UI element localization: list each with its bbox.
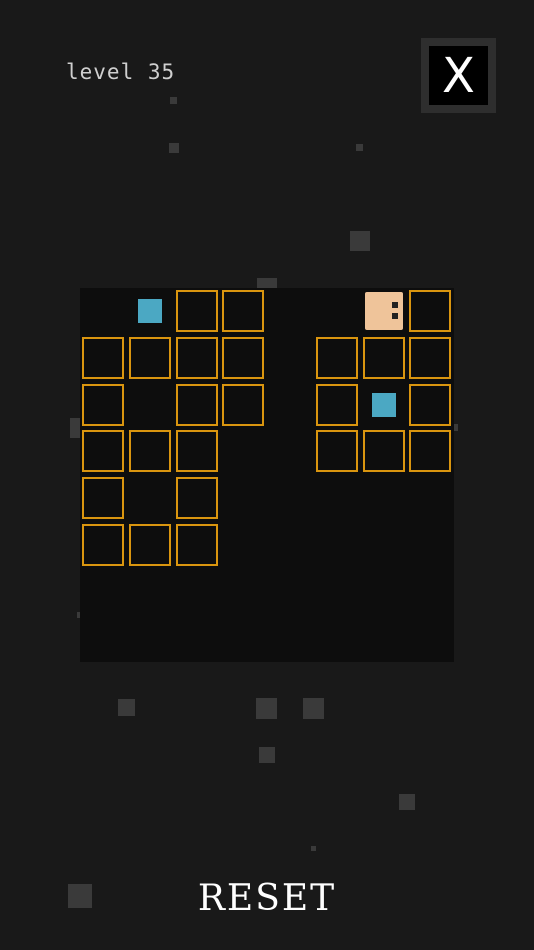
background-particle	[259, 747, 275, 763]
game-board[interactable]	[80, 288, 454, 662]
background-particle	[356, 144, 363, 151]
background-particle	[170, 97, 177, 104]
floor-tile[interactable]	[128, 336, 171, 379]
floor-tile[interactable]	[222, 336, 265, 379]
close-icon-box: X	[429, 46, 488, 105]
player-eye	[391, 313, 398, 319]
floor-tile[interactable]	[409, 290, 452, 332]
floor-tile[interactable]	[175, 290, 218, 332]
floor-tile[interactable]	[128, 523, 171, 566]
background-particle	[350, 231, 370, 251]
floor-tile[interactable]	[315, 383, 358, 426]
floor-tile[interactable]	[175, 523, 218, 566]
floor-tile[interactable]	[175, 383, 218, 426]
floor-tile[interactable]	[128, 430, 171, 473]
background-particle	[311, 846, 316, 851]
floor-tile[interactable]	[409, 383, 452, 426]
gem	[371, 392, 396, 417]
floor-tile[interactable]	[82, 430, 124, 473]
floor-tile[interactable]	[222, 383, 265, 426]
player-block[interactable]	[364, 292, 403, 330]
background-particle	[169, 143, 179, 153]
floor-tile[interactable]	[175, 430, 218, 473]
level-label: level 35	[66, 60, 176, 84]
floor-tile[interactable]	[315, 336, 358, 379]
floor-tile[interactable]	[315, 430, 358, 473]
background-particle	[303, 698, 324, 719]
close-icon: X	[442, 47, 475, 104]
floor-tile[interactable]	[409, 430, 452, 473]
close-button[interactable]: X	[421, 38, 496, 113]
floor-tile[interactable]	[175, 336, 218, 379]
floor-tile[interactable]	[82, 336, 124, 379]
floor-tile[interactable]	[82, 477, 124, 519]
floor-tile[interactable]	[409, 336, 452, 379]
gem	[137, 299, 162, 323]
background-particle	[256, 698, 277, 719]
floor-tile[interactable]	[82, 523, 124, 566]
reset-button[interactable]: RESET	[0, 878, 534, 919]
background-particle	[118, 699, 135, 716]
floor-tile[interactable]	[222, 290, 265, 332]
floor-tile[interactable]	[362, 336, 405, 379]
floor-tile[interactable]	[362, 430, 405, 473]
floor-tile[interactable]	[82, 383, 124, 426]
background-particle	[399, 794, 415, 810]
player-eye	[391, 302, 398, 308]
floor-tile[interactable]	[175, 477, 218, 519]
